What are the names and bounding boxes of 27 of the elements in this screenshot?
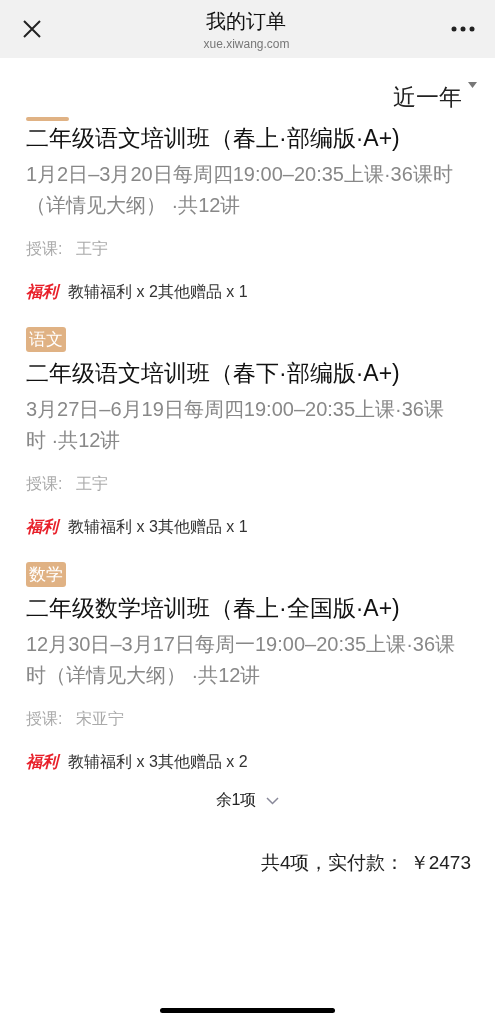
site-url: xue.xiwang.com [203, 36, 290, 51]
course-schedule: 1月2日–3月20日每周四19:00–20:35上课·36课时（详情见大纲） ·共12讲 [26, 162, 454, 218]
show-more-button[interactable]: 余1项 [209, 789, 286, 812]
order-total: 共4项，实付款： ￥2473 [260, 851, 471, 875]
teacher-label: 授课: [26, 474, 63, 494]
subject-tag-edge [26, 117, 69, 121]
page-title: 我的订单 [206, 8, 287, 34]
subject-tag: 语文 [26, 327, 66, 352]
perk-list: 教辅福利 x 3其他赠品 x 2 [68, 752, 248, 773]
teacher-name: 王宇 [76, 239, 109, 259]
perk-list: 教辅福利 x 3其他赠品 x 1 [68, 517, 248, 538]
teacher-name: 宋亚宁 [76, 709, 125, 729]
dropdown-icon [468, 82, 477, 88]
course-schedule: 12月30日–3月17日每周一19:00–20:35上课·36课时（详情见大纲） ·共12讲 [26, 632, 456, 688]
teacher-name: 王宇 [76, 474, 109, 494]
teacher-label: 授课: [26, 709, 63, 729]
more-icon[interactable] [451, 26, 475, 32]
perk-list: 教辅福利 x 2其他赠品 x 1 [68, 282, 248, 303]
close-icon[interactable] [22, 19, 42, 39]
time-filter[interactable]: 近一年 [393, 82, 477, 113]
course-title[interactable]: 二年级数学培训班（春上·全国版·A+) [26, 591, 431, 625]
course-title[interactable]: 二年级语文培训班（春下·部编版·A+) [26, 356, 431, 390]
course-title[interactable]: 二年级语文培训班（春上·部编版·A+) [26, 121, 431, 155]
chevron-icon [266, 796, 280, 805]
course-schedule: 3月27日–6月19日每周四19:00–20:35上课·36课时 ·共12讲 [26, 397, 445, 453]
subject-tag: 数学 [26, 562, 66, 587]
teacher-label: 授课: [26, 239, 63, 259]
